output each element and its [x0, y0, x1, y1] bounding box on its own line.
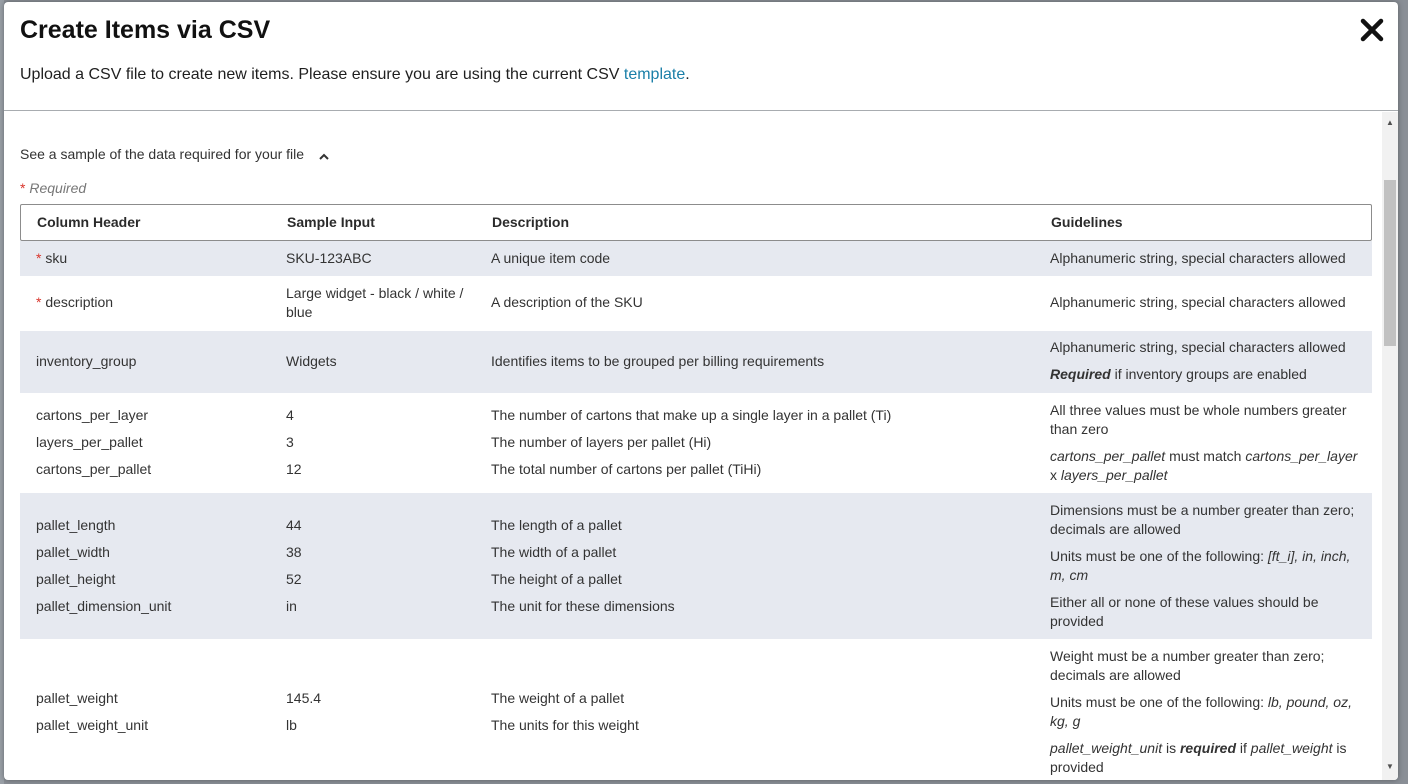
- guideline-field: pallet_weight: [1250, 740, 1333, 756]
- header-description: Description: [492, 214, 570, 230]
- column-name: pallet_weight_unit: [36, 717, 149, 733]
- guideline: Alphanumeric string, special characters …: [1050, 250, 1346, 266]
- table-row-inventory-group: inventory_group Widgets Identifies items…: [20, 331, 1372, 393]
- sample-toggle-label: See a sample of the data required for yo…: [20, 146, 305, 162]
- guideline-text: if: [1236, 740, 1251, 756]
- chevron-up-icon: [318, 149, 330, 160]
- description: A unique item code: [491, 250, 611, 266]
- template-link[interactable]: template: [624, 66, 685, 83]
- table-row-cartons: cartons_per_layer layers_per_pallet cart…: [20, 393, 1372, 493]
- header-sample-input: Sample Input: [287, 214, 375, 230]
- guideline: Either all or none of these values shoul…: [1050, 594, 1319, 629]
- required-star: *: [20, 180, 26, 196]
- guideline: Alphanumeric string, special characters …: [1050, 294, 1346, 310]
- modal-title: Create Items via CSV: [20, 16, 271, 44]
- guideline-text: Units must be one of the following:: [1050, 548, 1268, 564]
- guideline: cartons_per_pallet must match cartons_pe…: [1050, 447, 1360, 485]
- guideline-text: must match: [1165, 448, 1246, 464]
- required-note: * Required: [20, 180, 86, 196]
- sample-input: SKU-123ABC: [286, 250, 372, 266]
- column-name: cartons_per_layer: [36, 407, 149, 423]
- column-name: * sku: [36, 249, 67, 268]
- guideline: Units must be one of the following: [ft_…: [1050, 547, 1360, 585]
- guideline-emphasis: Required: [1050, 366, 1111, 382]
- scroll-thumb[interactable]: [1384, 180, 1396, 346]
- sample-input: Large widget - black / white / blue: [286, 285, 464, 320]
- required-star: *: [36, 250, 42, 266]
- required-label: Required: [29, 180, 87, 196]
- sample-input: 12: [286, 461, 302, 477]
- guideline: pallet_weight_unit is required if pallet…: [1050, 739, 1360, 777]
- modal-body: See a sample of the data required for yo…: [4, 112, 1382, 780]
- guideline-text: Units must be one of the following:: [1050, 694, 1268, 710]
- guideline-text: if inventory groups are enabled: [1110, 366, 1307, 382]
- guideline: Alphanumeric string, special characters …: [1050, 339, 1346, 355]
- scroll-up-arrow-icon[interactable]: ▲: [1382, 114, 1398, 130]
- guideline: Required if inventory groups are enabled: [1050, 365, 1360, 384]
- sample-input: lb: [286, 717, 297, 733]
- sample-input: in: [286, 598, 297, 614]
- guideline: All three values must be whole numbers g…: [1050, 402, 1347, 437]
- vertical-scrollbar[interactable]: ▲ ▼: [1382, 112, 1398, 780]
- scroll-down-arrow-icon[interactable]: ▼: [1382, 758, 1398, 774]
- table-row-sku: * sku SKU-123ABC A unique item code Alph…: [20, 241, 1372, 276]
- guideline-field: pallet_weight_unit: [1050, 740, 1163, 756]
- guideline-text: x: [1050, 467, 1061, 483]
- sample-input: 44: [286, 517, 302, 533]
- close-button[interactable]: [1356, 14, 1388, 46]
- guideline: Weight must be a number greater than zer…: [1050, 648, 1325, 683]
- column-name-text: sku: [45, 250, 68, 266]
- table-header: Column Header Sample Input Description G…: [20, 204, 1372, 241]
- description: The unit for these dimensions: [491, 598, 675, 614]
- table-row-pallet-weight: pallet_weight pallet_weight_unit 145.4 l…: [20, 639, 1372, 779]
- description: The total number of cartons per pallet (…: [491, 461, 762, 477]
- sample-input: 4: [286, 407, 294, 423]
- column-name: cartons_per_pallet: [36, 461, 152, 477]
- modal-header: Create Items via CSV Upload a CSV file t…: [4, 2, 1398, 111]
- guideline: Dimensions must be a number greater than…: [1050, 502, 1355, 537]
- description: Identifies items to be grouped per billi…: [491, 353, 825, 369]
- column-name: pallet_dimension_unit: [36, 598, 172, 614]
- modal-subtitle: Upload a CSV file to create new items. P…: [20, 66, 690, 84]
- guideline-field: cartons_per_pallet: [1050, 448, 1166, 464]
- create-items-modal: Create Items via CSV Upload a CSV file t…: [4, 2, 1398, 780]
- sample-table: Column Header Sample Input Description G…: [20, 204, 1372, 779]
- guideline-text: is: [1162, 740, 1180, 756]
- close-icon: [1360, 18, 1384, 42]
- sample-input: 52: [286, 571, 302, 587]
- table-row-description: * description Large widget - black / whi…: [20, 276, 1372, 331]
- sample-input: 3: [286, 434, 294, 450]
- guideline-emphasis: required: [1179, 740, 1236, 756]
- sample-toggle[interactable]: See a sample of the data required for yo…: [20, 146, 330, 162]
- subtitle-text: Upload a CSV file to create new items. P…: [20, 66, 624, 83]
- description: The number of layers per pallet (Hi): [491, 434, 712, 450]
- description: The number of cartons that make up a sin…: [491, 407, 892, 423]
- column-name: pallet_width: [36, 544, 110, 560]
- column-name: pallet_length: [36, 517, 116, 533]
- column-name: * description: [36, 293, 113, 312]
- description: A description of the SKU: [491, 294, 643, 310]
- sample-input: 38: [286, 544, 302, 560]
- description: The weight of a pallet: [491, 690, 625, 706]
- description: The height of a pallet: [491, 571, 622, 587]
- column-name: pallet_weight: [36, 690, 118, 706]
- column-name: pallet_height: [36, 571, 116, 587]
- required-star: *: [36, 294, 42, 310]
- sample-input: 145.4: [286, 690, 322, 706]
- table-row-pallet-dimensions: pallet_length pallet_width pallet_height…: [20, 493, 1372, 639]
- column-name-text: description: [45, 294, 114, 310]
- guideline-field: layers_per_pallet: [1060, 467, 1168, 483]
- header-guidelines: Guidelines: [1051, 214, 1123, 230]
- column-name: inventory_group: [36, 353, 137, 369]
- sample-input: Widgets: [286, 353, 337, 369]
- header-column-header: Column Header: [37, 214, 141, 230]
- guideline: Units must be one of the following: lb, …: [1050, 693, 1360, 731]
- description: The length of a pallet: [491, 517, 622, 533]
- description: The units for this weight: [491, 717, 639, 733]
- guideline-field: cartons_per_layer: [1245, 448, 1358, 464]
- subtitle-period: .: [685, 66, 690, 83]
- description: The width of a pallet: [491, 544, 617, 560]
- column-name: layers_per_pallet: [36, 434, 143, 450]
